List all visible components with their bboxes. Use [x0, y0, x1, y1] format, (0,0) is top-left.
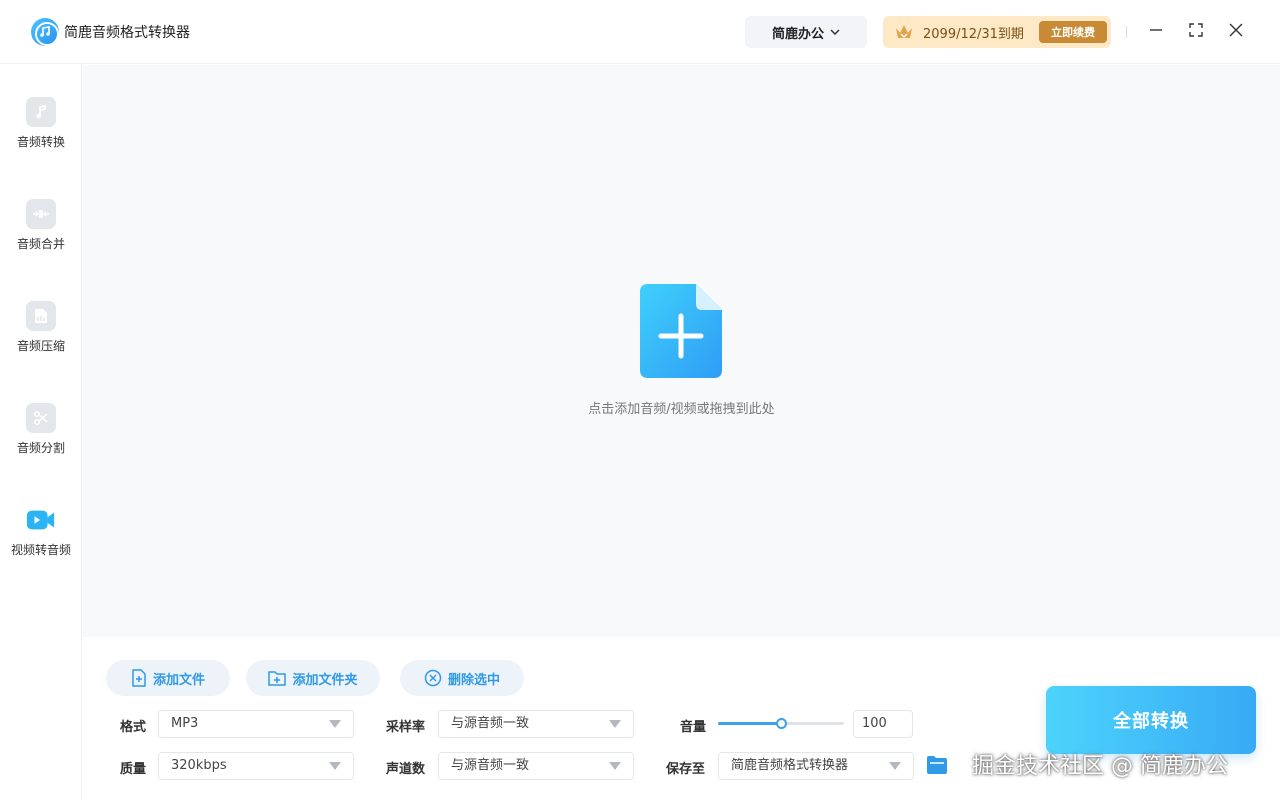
add-file-button[interactable]: 添加文件 — [106, 660, 230, 696]
format-value: MP3 — [171, 716, 199, 731]
close-icon — [1229, 23, 1243, 37]
sidebar-item-label: 视频转音频 — [10, 543, 71, 557]
open-folder-icon[interactable] — [926, 755, 948, 775]
vip-banner: 2099/12/31到期 立即续费 — [883, 16, 1111, 48]
sample-rate-label: 采样率 — [386, 720, 426, 735]
caret-down-icon — [609, 762, 621, 770]
drop-hint-text: 点击添加音频/视频或拖拽到此处 — [588, 402, 775, 417]
convert-all-button[interactable]: 全部转换 — [1046, 686, 1256, 754]
maximize-icon — [1189, 23, 1203, 37]
sample-rate-select[interactable]: 与源音频一致 — [438, 710, 634, 738]
delete-selected-label: 删除选中 — [447, 672, 500, 688]
org-label: 简鹿办公 — [771, 26, 824, 42]
delete-selected-button[interactable]: 删除选中 — [400, 660, 524, 696]
app-logo-icon — [31, 18, 59, 46]
save-path-value: 简鹿音频格式转换器 — [731, 758, 849, 773]
divider — [1126, 26, 1127, 38]
quality-select[interactable]: 320kbps — [158, 752, 354, 780]
caret-down-icon — [889, 762, 901, 770]
save-path-select[interactable]: 简鹿音频格式转换器 — [718, 752, 914, 780]
sidebar-item-audio-split[interactable]: 音频分割 — [0, 403, 82, 483]
add-folder-button[interactable]: 添加文件夹 — [246, 660, 380, 696]
scissors-icon — [26, 403, 56, 433]
volume-input[interactable]: 100 — [853, 710, 913, 738]
sidebar-item-label: 音频合并 — [16, 237, 65, 251]
format-select[interactable]: MP3 — [158, 710, 354, 738]
sidebar-item-audio-convert[interactable]: 音频转换 — [0, 97, 82, 177]
music-note-icon — [26, 97, 56, 127]
add-file-icon — [640, 284, 722, 378]
minimize-button[interactable] — [1146, 20, 1166, 40]
sidebar-item-video-to-audio[interactable]: 视频转音频 — [0, 505, 82, 585]
sample-rate-value: 与源音频一致 — [451, 716, 530, 731]
title-bar: 简鹿音频格式转换器 简鹿办公 2099/12/31到期 立即续费 — [0, 0, 1280, 64]
compress-icon — [26, 301, 56, 331]
sidebar: 音频转换 音频合并 音频压缩 音频分割 视频转音频 — [0, 64, 82, 800]
save-to-label: 保存至 — [666, 762, 706, 777]
video-camera-icon — [26, 505, 56, 535]
volume-slider[interactable] — [718, 718, 844, 729]
volume-slider-thumb[interactable] — [776, 718, 787, 729]
sidebar-item-label: 音频转换 — [16, 135, 65, 149]
delete-circle-icon — [424, 669, 442, 687]
org-switch-button[interactable]: 简鹿办公 — [745, 16, 867, 48]
sidebar-item-label: 音频压缩 — [16, 339, 65, 353]
maximize-button[interactable] — [1186, 20, 1206, 40]
format-label: 格式 — [120, 720, 147, 735]
renew-button[interactable]: 立即续费 — [1039, 21, 1107, 43]
drop-zone[interactable]: 点击添加音频/视频或拖拽到此处 — [83, 65, 1280, 637]
sidebar-item-audio-compress[interactable]: 音频压缩 — [0, 301, 82, 381]
sidebar-item-label: 音频分割 — [16, 441, 65, 455]
folder-plus-icon — [268, 671, 287, 686]
caret-down-icon — [329, 720, 341, 728]
close-button[interactable] — [1226, 20, 1246, 40]
add-folder-label: 添加文件夹 — [292, 672, 358, 688]
quality-label: 质量 — [120, 762, 147, 777]
sidebar-item-audio-merge[interactable]: 音频合并 — [0, 199, 82, 279]
file-plus-icon — [132, 669, 146, 687]
caret-down-icon — [609, 720, 621, 728]
merge-icon — [26, 199, 56, 229]
quality-value: 320kbps — [171, 758, 227, 773]
caret-down-icon — [329, 762, 341, 770]
app-title: 简鹿音频格式转换器 — [64, 25, 190, 41]
vip-expiry-text: 2099/12/31到期 — [923, 27, 1024, 42]
channels-select[interactable]: 与源音频一致 — [438, 752, 634, 780]
chevron-down-icon — [830, 29, 840, 35]
watermark-text: 掘金技术社区 @ 简鹿办公 — [972, 754, 1228, 779]
channels-label: 声道数 — [386, 762, 426, 777]
minimize-icon — [1150, 29, 1162, 31]
volume-slider-fill — [718, 722, 781, 725]
add-file-label: 添加文件 — [152, 672, 205, 688]
vip-crown-icon — [896, 25, 912, 38]
channels-value: 与源音频一致 — [451, 758, 530, 773]
volume-label: 音量 — [680, 720, 707, 735]
